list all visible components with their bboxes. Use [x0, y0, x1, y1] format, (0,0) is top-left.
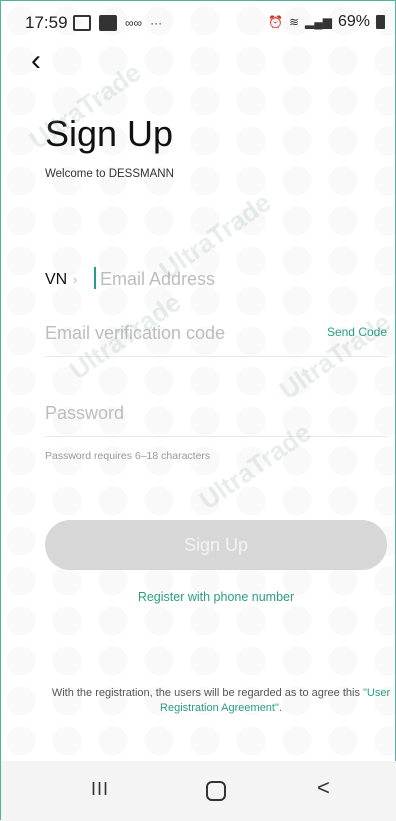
page-subtitle: Welcome to DESSMANN: [45, 168, 174, 180]
divider: [45, 436, 387, 437]
status-bar: 17:59 ∞∞ ··· ⏰ ≋ ▂▄▆ 69%: [1, 1, 396, 45]
battery-icon: [376, 15, 385, 29]
send-code-button[interactable]: Send Code: [327, 325, 387, 339]
more-dots-icon: ···: [150, 16, 163, 30]
status-system-icons: ⏰ ≋ ▂▄▆ 69%: [268, 13, 385, 31]
agreement-text: With the registration, the users will be…: [51, 686, 391, 716]
page-title: Sign Up: [45, 113, 174, 154]
agreement-prefix: With the registration, the users will be…: [51, 687, 364, 699]
gallery-icon: [73, 15, 91, 31]
app-icon: [99, 15, 117, 31]
recent-apps-icon[interactable]: III: [91, 779, 109, 800]
agreement-suffix: .: [278, 702, 282, 714]
divider: [45, 356, 387, 357]
nav-back-icon[interactable]: <: [317, 775, 330, 801]
verification-code-input[interactable]: Email verification code: [45, 323, 225, 344]
status-time: 17:59: [25, 13, 68, 32]
password-field[interactable]: Password: [45, 397, 387, 437]
verification-code-field[interactable]: Email verification code Send Code: [45, 317, 387, 357]
system-nav-bar: III <: [1, 761, 396, 821]
password-hint: Password requires 6–18 characters: [45, 450, 211, 462]
status-notification-icons: ∞∞ ···: [73, 15, 162, 31]
register-with-phone-link[interactable]: Register with phone number: [1, 590, 396, 604]
back-arrow-icon[interactable]: ‹: [31, 45, 41, 77]
home-icon[interactable]: [206, 781, 226, 801]
app-frame: 17:59 ∞∞ ··· ⏰ ≋ ▂▄▆ 69% ‹ Sign Up Welco…: [0, 0, 396, 821]
text-cursor: [94, 267, 96, 289]
sign-up-button[interactable]: Sign Up: [45, 520, 387, 570]
signal-icon: ▂▄▆: [305, 15, 332, 29]
alarm-icon: ⏰: [267, 15, 283, 29]
chevron-right-icon[interactable]: ›: [73, 272, 77, 287]
password-input[interactable]: Password: [45, 403, 124, 424]
email-input[interactable]: Email Address: [100, 269, 215, 290]
infinity-icon: ∞∞: [125, 16, 143, 30]
email-field[interactable]: VN › Email Address: [45, 263, 387, 303]
battery-percent: 69%: [337, 13, 370, 30]
country-code-selector[interactable]: VN: [45, 271, 67, 289]
wifi-icon: ≋: [288, 15, 299, 29]
